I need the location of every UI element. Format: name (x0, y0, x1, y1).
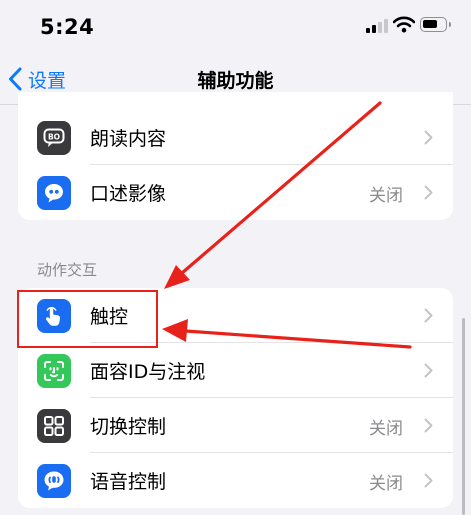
quote-bubble-icon (37, 176, 71, 210)
grid-icon (37, 409, 71, 443)
chevron-right-icon (424, 418, 433, 433)
list-item-voice-control[interactable]: 语音控制 关闭 (18, 453, 453, 508)
voice-control-icon (37, 464, 71, 498)
row-label: 口述影像 (90, 183, 167, 205)
wifi-icon (393, 16, 415, 33)
status-bar: 5:24 (0, 0, 471, 54)
status-time: 5:24 (40, 15, 95, 39)
row-value: 关闭 (369, 474, 403, 494)
face-id-icon (37, 354, 71, 388)
row-value: 关闭 (369, 186, 403, 206)
battery-icon (420, 17, 451, 32)
list-item-audio-descriptions[interactable]: 口述影像 关闭 (18, 165, 453, 220)
section-header-motion: 动作交互 (37, 261, 98, 279)
list-item-switch-control[interactable]: 切换控制 关闭 (18, 398, 453, 453)
chevron-right-icon (424, 185, 433, 200)
scroll-indicator (462, 318, 465, 515)
annotation-highlight-box (17, 290, 158, 348)
svg-text:BO: BO (48, 132, 60, 141)
row-label: 切换控制 (90, 416, 167, 438)
row-label: 语音控制 (90, 471, 167, 493)
chevron-right-icon (424, 130, 433, 145)
cellular-signal-icon (366, 19, 388, 33)
chevron-right-icon (424, 363, 433, 378)
page-title: 辅助功能 (197, 70, 274, 92)
row-label: 面容ID与注视 (90, 361, 206, 383)
row-value: 关闭 (369, 419, 403, 439)
chevron-right-icon (424, 308, 433, 323)
speech-bubble-icon: BO (37, 121, 71, 155)
row-label: 朗读内容 (90, 128, 167, 150)
list-item-face-id-attention[interactable]: 面容ID与注视 (18, 343, 453, 398)
chevron-right-icon (424, 473, 433, 488)
list-item-spoken-content[interactable]: BO 朗读内容 (18, 110, 453, 165)
settings-group-top: BO 朗读内容 口述影像 关闭 (18, 92, 453, 220)
